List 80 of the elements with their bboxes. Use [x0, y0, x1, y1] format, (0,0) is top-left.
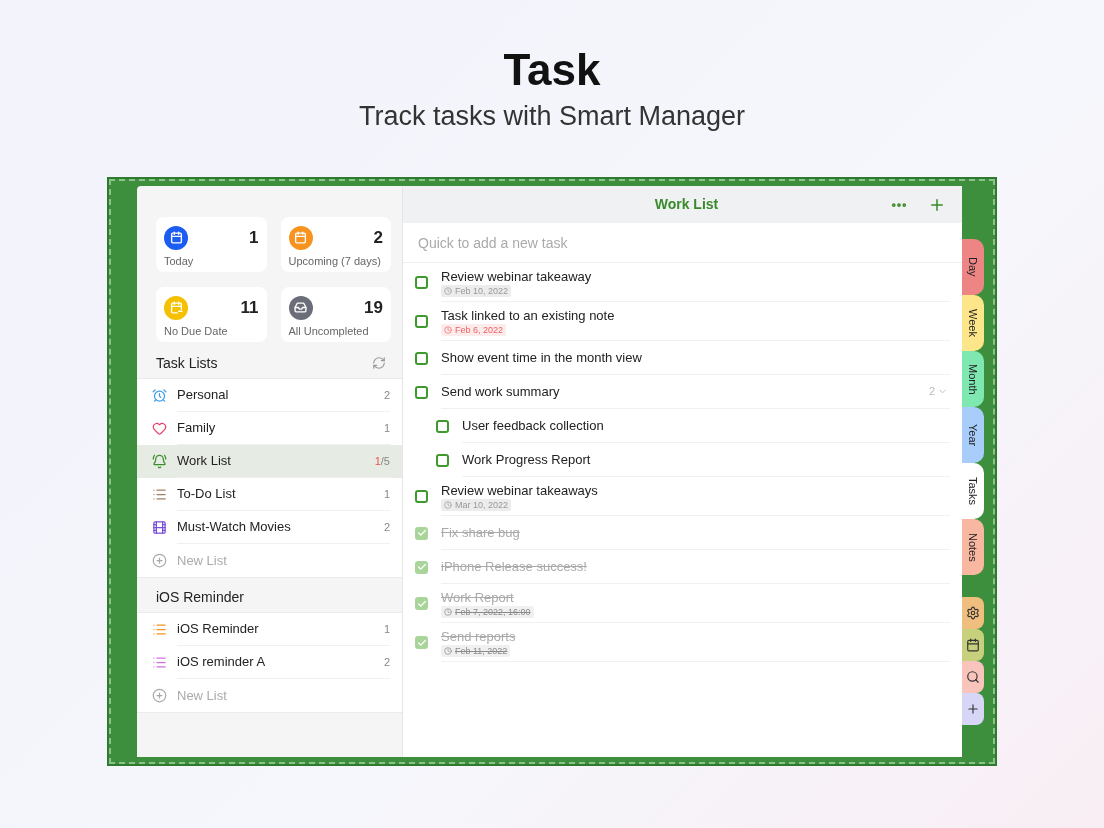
side-tab[interactable]: Tasks — [960, 463, 984, 519]
task-title[interactable]: Send work summary — [441, 383, 560, 400]
card-count: 11 — [240, 297, 259, 319]
checkbox[interactable] — [415, 490, 428, 503]
heart-icon — [152, 421, 167, 436]
list-count: 1 — [383, 621, 390, 637]
quick-add-field[interactable]: Quick to add a new task — [403, 223, 962, 263]
tool-tab[interactable] — [962, 661, 984, 693]
task-title[interactable]: Show event time in the month view — [441, 349, 642, 366]
list-count: 1/5 — [374, 453, 390, 469]
card-label: All Uncompleted — [288, 323, 370, 339]
tool-tab[interactable] — [962, 597, 984, 629]
list-name: Family — [177, 419, 217, 438]
task-title[interactable]: Review webinar takeaways — [441, 481, 598, 499]
card-label: Upcoming (7 days) — [288, 253, 382, 269]
alarm-clock-icon — [152, 388, 167, 403]
checkbox[interactable] — [415, 385, 428, 399]
list-name: To-Do List — [177, 485, 237, 504]
add-circle-icon — [152, 553, 167, 568]
side-tab[interactable]: Week — [962, 295, 984, 351]
add-circle-icon — [152, 688, 167, 703]
section-title: iOS Reminder — [156, 587, 244, 607]
tool-tab[interactable] — [962, 693, 984, 725]
list-count: 2 — [383, 519, 390, 535]
checkbox[interactable] — [436, 453, 449, 467]
list-name: Work List — [177, 452, 232, 471]
due-date-badge: Feb 7, 2022, 16:00 — [441, 605, 534, 618]
due-date-badge: Feb 6, 2022 — [441, 323, 507, 336]
checkbox[interactable] — [415, 351, 428, 365]
sync-icon[interactable] — [372, 356, 386, 370]
list-item[interactable]: Work List 1/5 — [137, 445, 402, 478]
card-label: Today — [164, 253, 195, 269]
card-count: 2 — [373, 227, 383, 249]
add-icon — [966, 702, 980, 716]
summary-card[interactable]: 1 Today — [156, 217, 267, 272]
task-title[interactable]: Task linked to an existing note — [441, 306, 615, 324]
list-icon — [152, 487, 167, 502]
list-count: 2 — [383, 387, 390, 403]
list-name: Personal — [177, 386, 230, 405]
task-title[interactable]: User feedback collection — [462, 417, 604, 434]
side-tab[interactable]: Month — [962, 351, 984, 407]
page-title: Task — [503, 44, 601, 96]
settings-icon — [966, 606, 980, 620]
checkbox[interactable] — [415, 560, 428, 574]
checkbox[interactable] — [415, 276, 428, 289]
section-title: Task Lists — [156, 353, 218, 373]
page-subtitle: Track tasks with Smart Manager — [358, 100, 746, 133]
task-title[interactable]: Work Progress Report — [462, 451, 591, 468]
calendar-icon — [966, 638, 980, 652]
list-name: Must-Watch Movies — [177, 518, 292, 537]
due-date-badge: Feb 10, 2022 — [441, 284, 512, 297]
list-count: 1 — [383, 486, 390, 502]
card-label: No Due Date — [164, 323, 229, 339]
checkbox[interactable] — [415, 636, 428, 649]
summary-card[interactable]: 19 All Uncompleted — [280, 287, 391, 342]
card-count: 19 — [364, 297, 383, 319]
checkbox[interactable] — [436, 419, 449, 433]
checkbox[interactable] — [415, 526, 428, 540]
summary-card[interactable]: 11 No Due Date — [156, 287, 267, 342]
list-icon — [152, 655, 167, 670]
list-icon — [152, 622, 167, 637]
due-date-badge: Feb 11, 2022 — [441, 644, 511, 657]
film-reel-icon — [152, 520, 167, 535]
tool-tab[interactable] — [962, 629, 984, 661]
card-count: 1 — [249, 227, 259, 249]
side-tab[interactable]: Day — [962, 239, 984, 295]
list-name: iOS Reminder — [177, 620, 260, 639]
side-tab[interactable]: Year — [962, 407, 984, 463]
side-tab[interactable]: Notes — [962, 519, 984, 575]
list-count: 1 — [383, 420, 390, 436]
list-name: iOS reminder A — [177, 653, 267, 672]
panel-title: Work List — [653, 195, 720, 214]
checkbox[interactable] — [415, 597, 428, 610]
list-count: 2 — [383, 654, 390, 670]
due-date-badge: Mar 10, 2022 — [441, 498, 512, 511]
checkbox[interactable] — [415, 315, 428, 328]
bell-icon — [152, 454, 167, 469]
search-icon — [966, 670, 980, 684]
task-title[interactable]: Review webinar takeaway — [441, 267, 592, 285]
summary-card[interactable]: 2 Upcoming (7 days) — [280, 217, 391, 272]
